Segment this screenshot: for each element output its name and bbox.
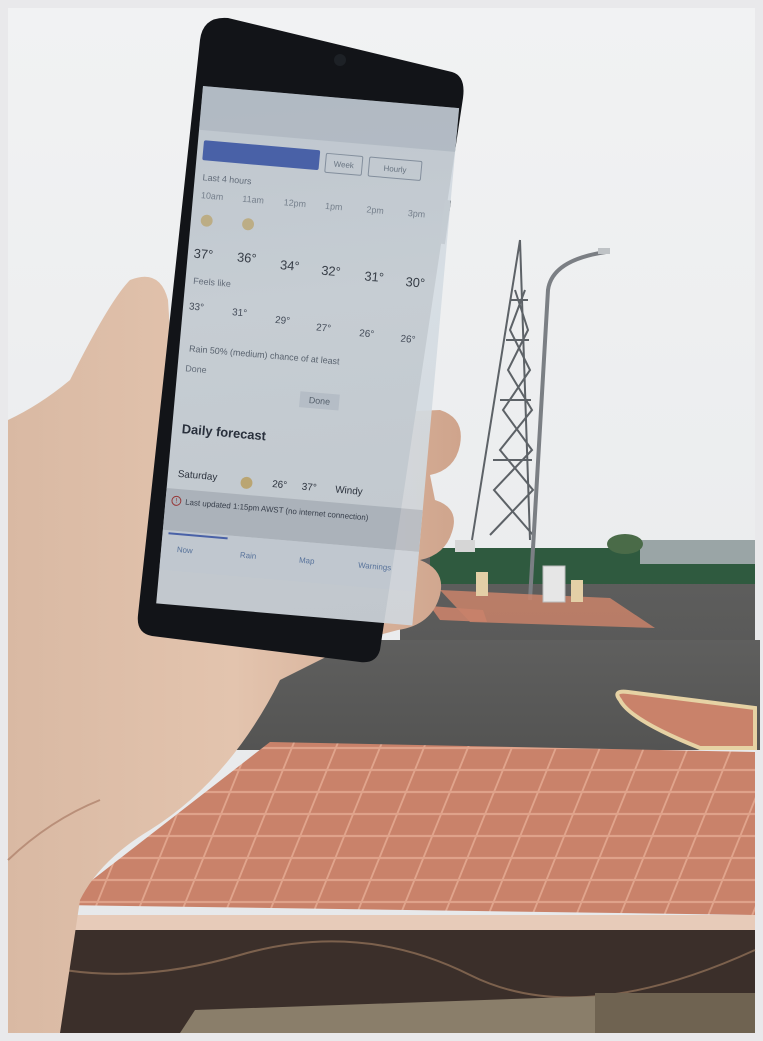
daily-forecast-title: Daily forecast bbox=[181, 421, 267, 444]
temp-value: 30° bbox=[405, 274, 426, 291]
nav-warnings[interactable]: Warnings bbox=[358, 561, 392, 573]
tab-week[interactable]: Week bbox=[324, 152, 364, 176]
max-temp: 37° bbox=[301, 481, 318, 494]
hour-label: 3pm bbox=[407, 208, 426, 220]
feels-like-label: Feels like bbox=[192, 275, 232, 289]
temp-value: 32° bbox=[320, 262, 342, 280]
tab-now[interactable] bbox=[202, 140, 321, 171]
hour-label: 2pm bbox=[366, 204, 385, 216]
hour-label: 1pm bbox=[324, 200, 343, 213]
hours-row: 10am 11am 12pm 1pm 2pm 3pm bbox=[192, 189, 450, 227]
feels-value: 31° bbox=[231, 307, 248, 320]
phone-screen: Week Hourly Last 4 hours 10am 11am 12pm … bbox=[156, 86, 460, 626]
utility-box bbox=[542, 565, 566, 603]
sun-icon bbox=[240, 476, 253, 490]
temp-value: 31° bbox=[363, 268, 385, 286]
warning-icon: ! bbox=[171, 495, 182, 507]
feels-value: 26° bbox=[399, 333, 416, 346]
feels-value: 27° bbox=[315, 322, 332, 335]
nav-rain[interactable]: Rain bbox=[240, 551, 257, 561]
temp-value: 36° bbox=[236, 249, 258, 267]
day-summary: Windy bbox=[334, 484, 364, 498]
tree bbox=[607, 534, 643, 554]
hour-label: 11am bbox=[241, 193, 265, 206]
section-label: Last 4 hours bbox=[202, 172, 252, 187]
nav-now[interactable]: Now bbox=[177, 545, 194, 555]
feels-value: 33° bbox=[188, 301, 205, 314]
done-label: Done bbox=[184, 363, 208, 376]
feels-value: 29° bbox=[274, 314, 291, 328]
rain-chance: Rain 50% (medium) chance of at least bbox=[188, 343, 340, 367]
nav-map[interactable]: Map bbox=[299, 556, 315, 566]
feels-value: 26° bbox=[358, 328, 375, 341]
hour-label: 12pm bbox=[283, 197, 307, 210]
day-label: Saturday bbox=[177, 468, 218, 484]
temp-value: 37° bbox=[193, 245, 214, 263]
min-temp: 26° bbox=[271, 479, 288, 492]
temp-value: 34° bbox=[279, 257, 301, 274]
done-button[interactable]: Done bbox=[299, 391, 340, 411]
sun-icon bbox=[200, 214, 214, 228]
sun-icon bbox=[241, 217, 255, 231]
hour-label: 10am bbox=[200, 190, 224, 203]
tab-hourly[interactable]: Hourly bbox=[367, 156, 423, 181]
